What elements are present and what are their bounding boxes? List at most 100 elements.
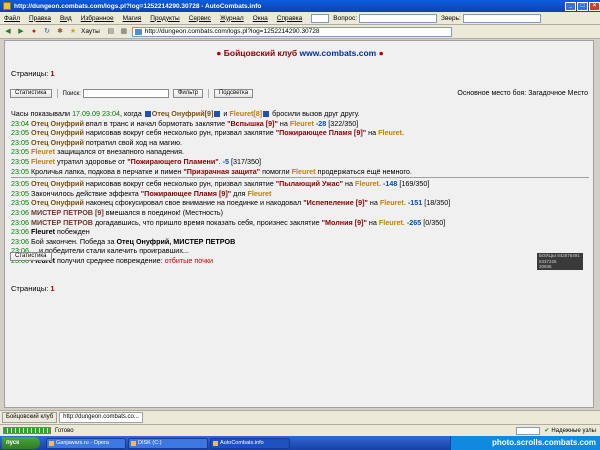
menu-windows[interactable]: Окна [253,15,268,22]
forward-icon[interactable]: ▶ [16,27,26,37]
log-time: 23:05 [11,179,29,189]
app-icon [3,2,11,10]
menu-favorites[interactable]: Избранное [81,15,114,22]
log-spell: "Испепеление [9]" [303,198,368,208]
club-header: ● Бойцовский клуб www.combats.com ● [5,48,593,58]
player-link[interactable]: Fleuret [31,157,55,166]
stats-button-bottom[interactable]: Статистика [10,252,52,261]
divider [207,89,209,98]
menu-view[interactable]: Вид [60,15,72,22]
close-button[interactable]: × [589,1,600,11]
task-autocombats[interactable]: AutoCombats.info [210,437,290,449]
log-separator [11,177,589,179]
smiley-select[interactable] [311,13,330,23]
player-link[interactable]: Fleuret. [379,218,405,227]
page-icon[interactable]: ▤ [106,27,116,37]
page-link-1[interactable]: 1 [50,284,54,293]
player-link[interactable]: Отец Онуфрий [31,198,84,207]
log-line: 23:05 Fleuret утратил здоровье от "Пожир… [11,157,589,167]
page-favicon [134,28,142,35]
player-link[interactable]: Отец Онуфрий [31,138,84,147]
player-link[interactable]: Отец Онуфрий [31,179,84,188]
filter-button[interactable]: Фильтр [172,89,203,98]
address-text: http://dungeon.combats.com/logs.pl?log=1… [144,27,320,35]
menu-magic[interactable]: Магия [123,15,142,22]
player-link[interactable]: Fleuret [292,167,316,176]
player-link[interactable]: Fleuret. [378,128,404,137]
player-link[interactable]: Отец Онуфрий [152,109,205,118]
task-opera[interactable]: Ganjawars.ru - Opera [46,437,126,449]
battle-log: Часы показывали 17.09.09 23:04, когда От… [11,109,589,266]
site-link[interactable]: www.combats.com [300,48,377,58]
player-link[interactable]: Fleuret. [380,198,406,207]
log-text: догадавшись, что пришло время показать с… [92,217,322,227]
log-text2: на [343,179,355,189]
minimize-button[interactable]: _ [565,1,576,11]
hit-counter: БОЙЦЫ 842576491 5337226 20935 [537,253,583,270]
maximize-button[interactable]: □ [577,1,588,11]
task-disk[interactable]: DISK (C:) [128,437,208,449]
log-line: 23:06 МИСТЕР ПЕТРОВ [9] вмешался в поеди… [11,208,589,218]
player-link[interactable]: Fleuret [290,119,314,128]
search-label: Поиск: [62,90,81,97]
menu-tools[interactable]: Сервис [189,15,211,22]
print-icon[interactable]: ▦ [119,27,129,37]
address-bar[interactable]: http://dungeon.combats.com/logs.pl?log=1… [131,26,452,37]
opponent-select[interactable] [359,13,438,23]
player-link[interactable]: Fleuret [31,147,55,156]
menu-edit[interactable]: Правка [29,15,51,22]
log-time: 23:06 [11,236,29,246]
player-link[interactable]: Fleuret [31,227,55,236]
tools-icon[interactable]: ✱ [55,27,65,37]
club-title: Бойцовский клуб [223,48,298,58]
log-dmg: -28 [313,118,327,128]
tab-club[interactable]: Бойцовский клуб [2,412,58,423]
favorites-icon[interactable]: ★ [68,27,78,37]
log-dmg: -148 [380,179,398,189]
log-line: 23:06 ... и победители стали калечить пр… [11,246,589,256]
stats-button[interactable]: Статистика [10,89,52,98]
menu-history[interactable]: Журнал [220,15,244,22]
player-link[interactable]: МИСТЕР ПЕТРОВ [9] [31,208,104,217]
log-dmg: -265 [404,217,422,227]
log-text2: на [366,128,379,138]
info-icon[interactable] [263,111,270,118]
player-link[interactable]: Отец Онуфрий [31,128,84,137]
log-time: 23:05 [11,156,29,166]
refresh-icon[interactable]: ↻ [42,27,52,37]
log-line: 23:04 Отец Онуфрий впал в транс и начал … [11,119,589,129]
pages-bottom: Страницы: 1 [11,284,55,293]
taskbar: пуск Ganjawars.ru - Opera DISK (C:) Auto… [0,436,600,450]
start-button[interactable]: пуск [2,437,40,449]
player-link[interactable]: Fleuret [229,109,253,118]
highlight-button[interactable]: Подсветка [213,89,254,98]
player-link[interactable]: Fleuret. [355,179,381,188]
tab-log[interactable]: http://dungeon.combats.co... [59,412,143,423]
status-text: Готово [55,427,74,434]
player-link[interactable]: МИСТЕР ПЕТРОВ [31,218,93,227]
player-link[interactable]: Отец Онуфрий, МИСТЕР ПЕТРОВ [116,237,235,246]
nav-toolbar: ◀ ▶ ● ↻ ✱ ★ Хауты ▤ ▦ http://dungeon.com… [0,25,600,39]
menu-products[interactable]: Продукты [150,15,179,22]
log-time: 23:04 [11,118,29,128]
blood-drop-icon: ● [378,48,384,58]
log-intro: Часы показывали 17.09.09 23:04, когда От… [11,109,360,118]
log-time: 23:05 [11,147,29,157]
back-icon[interactable]: ◀ [3,27,13,37]
opponent-label: Вопрос: [333,14,358,22]
menu-help[interactable]: Справка [277,15,303,22]
menu-file[interactable]: Файл [4,15,20,22]
player-link[interactable]: Отец Онуфрий [31,119,84,128]
search-input[interactable] [82,89,169,98]
favorites-label[interactable]: Хауты [81,28,100,35]
zoom-select[interactable] [516,426,541,435]
stop-icon[interactable]: ● [29,27,39,37]
log-line: 23:05 Отец Онуфрий нарисовав вокруг себя… [11,128,589,138]
info-icon[interactable] [214,111,221,118]
pages-top: Страницы: 1 [11,69,55,78]
animal-select[interactable] [462,13,541,23]
player-link[interactable]: Fleuret [247,189,271,198]
log-line: 23:05 Кроличья лапка, подкова в перчатке… [11,167,589,177]
page-link-1[interactable]: 1 [50,69,54,78]
log-spell: "Пылающий Ужас" [275,179,344,189]
